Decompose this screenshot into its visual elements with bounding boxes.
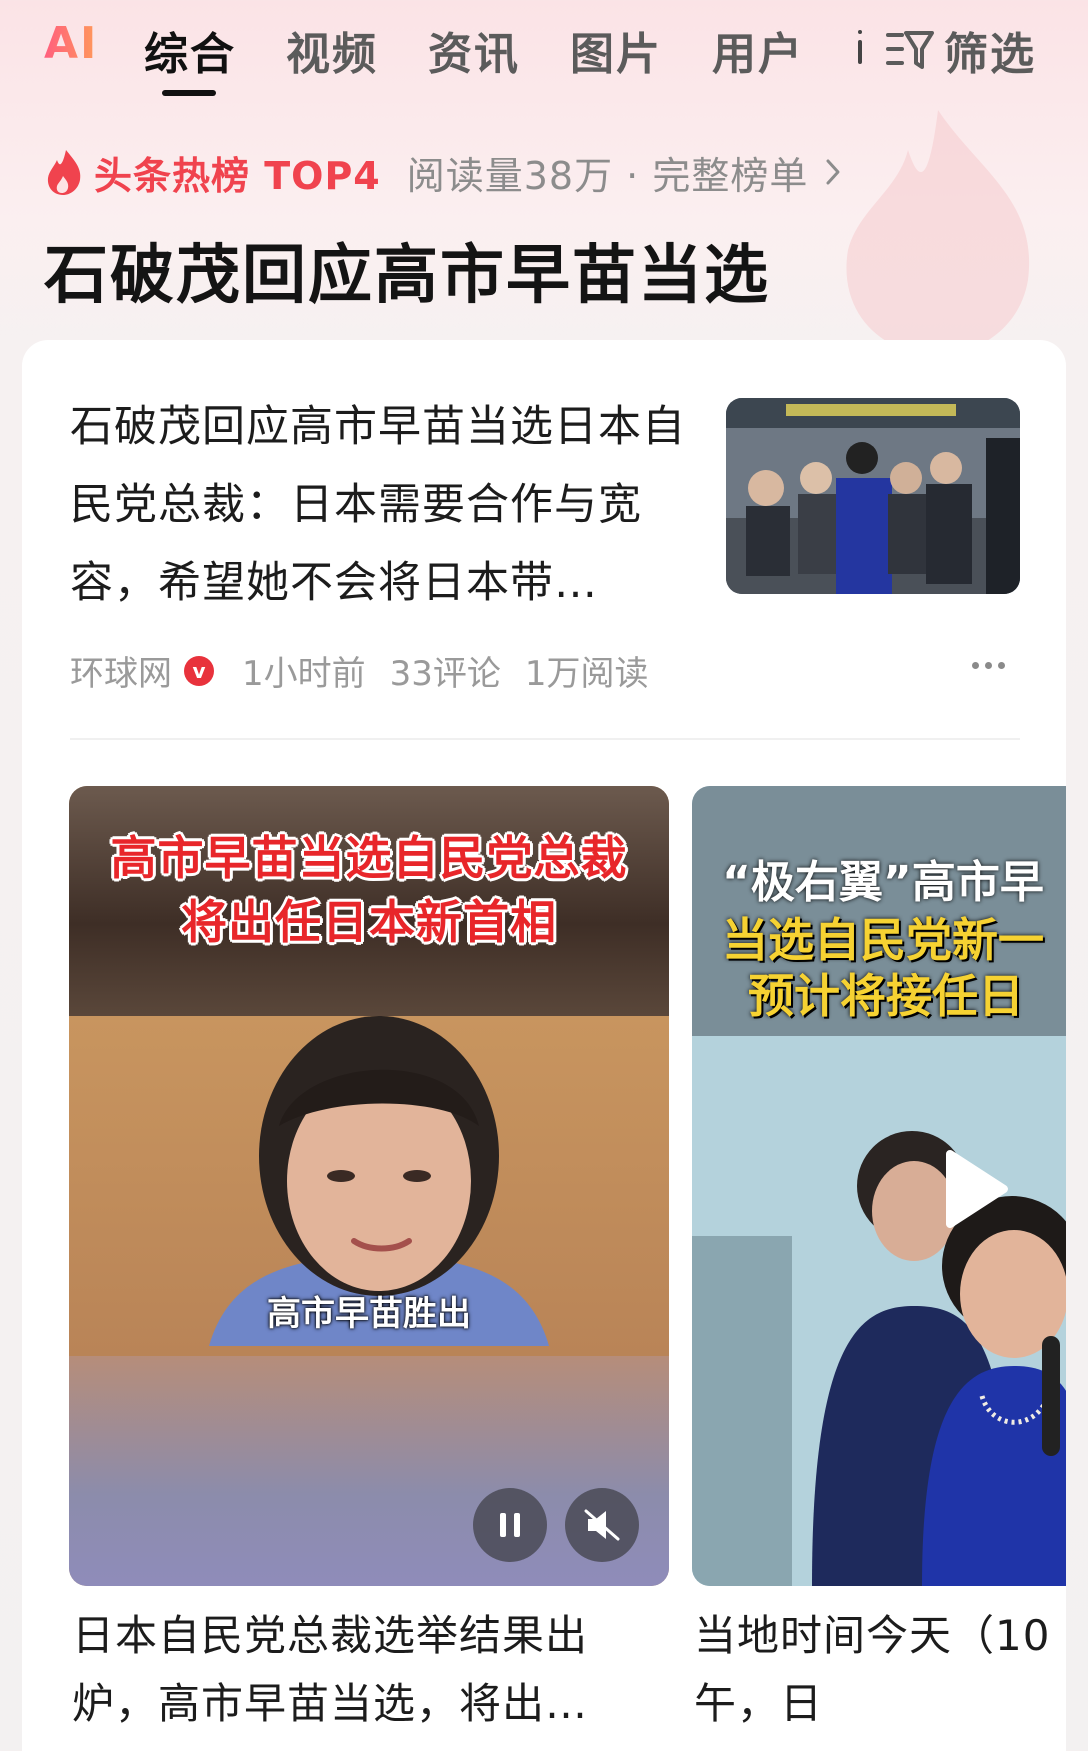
- divider: [70, 738, 1020, 740]
- filter-button[interactable]: 筛选: [884, 18, 1036, 82]
- filter-icon: [886, 31, 934, 69]
- video-2-person-image: [692, 1036, 1066, 1586]
- video-2-title-line2: 午，日: [694, 1679, 824, 1728]
- verified-badge-icon: v: [184, 655, 214, 686]
- muted-speaker-icon: [584, 1509, 620, 1541]
- tab-users[interactable]: 用户: [712, 18, 804, 82]
- tab-ai[interactable]: AI: [44, 18, 98, 69]
- video-2-headline-line1: “极右翼”高市早: [722, 857, 1044, 908]
- video-1-headline-line1: 高市早苗当选自民党总裁: [110, 831, 628, 885]
- topic-title[interactable]: 石破茂回应高市早苗当选: [44, 224, 770, 316]
- active-tab-indicator: [162, 90, 216, 96]
- video-2-headline-line3: 预计将接任日: [748, 969, 1024, 1023]
- hot-list-meta: 阅读量38万 · 完整榜单: [406, 153, 809, 198]
- search-tab-bar: AI 综合 视频 资讯 图片 用户 筛选: [0, 0, 1088, 110]
- article-comments: 33评论: [389, 654, 501, 694]
- chevron-right-icon: [826, 159, 840, 185]
- video-1-headline-line2: 将出任日本新首相: [181, 895, 557, 949]
- tab-all[interactable]: 综合: [144, 18, 236, 82]
- article-thumbnail[interactable]: [726, 398, 1020, 594]
- pause-icon: [500, 1513, 520, 1537]
- mute-button[interactable]: [565, 1488, 639, 1562]
- tab-news[interactable]: 资讯: [428, 18, 520, 82]
- hot-list-row[interactable]: 头条热榜 TOP4 阅读量38万 · 完整榜单: [44, 144, 844, 200]
- video-1-title[interactable]: 日本自民党总裁选举结果出炉，高市早苗当选，将出…: [72, 1602, 652, 1738]
- play-icon[interactable]: [942, 1146, 1012, 1232]
- video-card-1[interactable]: 高市早苗当选自民党总裁 将出任日本新首相 高市早苗胜出: [69, 786, 669, 1586]
- article-title[interactable]: 石破茂回应高市早苗当选日本自民党总裁：日本需要合作与宽容，希望她不会将日本带…: [70, 388, 710, 622]
- article-thumbnail-image: [726, 398, 1020, 594]
- pause-button[interactable]: [473, 1488, 547, 1562]
- filter-label: 筛选: [944, 29, 1036, 80]
- article-time: 1小时前: [242, 654, 366, 694]
- article-source[interactable]: 环球网: [70, 646, 172, 695]
- hot-list-label: 头条热榜 TOP4: [94, 153, 381, 198]
- tab-video[interactable]: 视频: [286, 18, 378, 82]
- tab-images[interactable]: 图片: [570, 18, 662, 82]
- video-2-title-line1: 当地时间今天（10: [694, 1611, 1051, 1660]
- video-2-title[interactable]: 当地时间今天（10 午，日: [694, 1602, 1066, 1738]
- results-card: 石破茂回应高市早苗当选日本自民党总裁：日本需要合作与宽容，希望她不会将日本带… …: [22, 340, 1066, 1751]
- video-card-2[interactable]: “极右翼”高市早 当选自民党新一 预计将接任日: [692, 786, 1066, 1586]
- tabs-separator: [858, 30, 862, 64]
- article-reads: 1万阅读: [524, 654, 649, 694]
- video-1-caption: 高市早苗胜出: [267, 1294, 471, 1334]
- more-options-icon[interactable]: [972, 662, 1005, 669]
- article-meta: 环球网 v 1小时前 33评论 1万阅读: [70, 646, 673, 695]
- flame-icon: [47, 150, 81, 195]
- flame-watermark-icon: [846, 110, 1030, 356]
